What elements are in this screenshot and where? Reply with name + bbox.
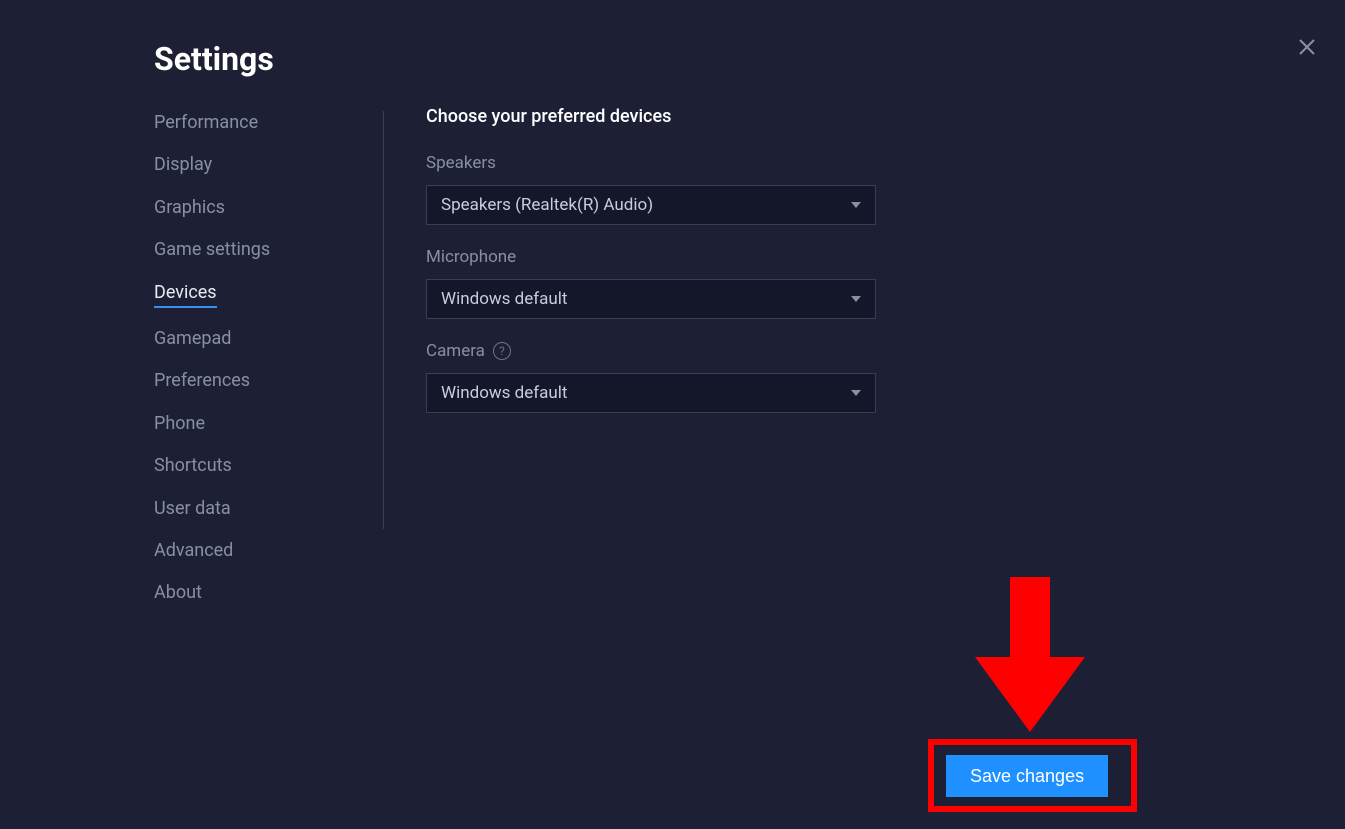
main-content: Choose your preferred devices Speakers S… [426,106,926,435]
speakers-dropdown-value: Speakers (Realtek(R) Audio) [441,195,653,215]
close-button[interactable] [1295,35,1319,59]
sidebar-item-devices[interactable]: Devices [154,281,217,308]
camera-label: Camera ? [426,341,926,361]
camera-label-text: Camera [426,341,485,361]
chevron-down-icon [851,296,861,302]
sidebar-item-preferences[interactable]: Preferences [154,369,250,392]
sidebar: Performance Display Graphics Game settin… [154,111,384,529]
speakers-field-group: Speakers Speakers (Realtek(R) Audio) [426,153,926,225]
microphone-field-group: Microphone Windows default [426,247,926,319]
sidebar-item-advanced[interactable]: Advanced [154,539,233,562]
chevron-down-icon [851,202,861,208]
speakers-dropdown[interactable]: Speakers (Realtek(R) Audio) [426,185,876,225]
annotation-arrow-icon [970,577,1090,737]
chevron-down-icon [851,390,861,396]
camera-dropdown[interactable]: Windows default [426,373,876,413]
close-icon [1298,38,1316,56]
microphone-dropdown[interactable]: Windows default [426,279,876,319]
section-heading: Choose your preferred devices [426,106,926,127]
save-changes-button[interactable]: Save changes [946,755,1108,797]
sidebar-item-game-settings[interactable]: Game settings [154,238,270,261]
camera-field-group: Camera ? Windows default [426,341,926,413]
microphone-dropdown-value: Windows default [441,289,567,309]
camera-dropdown-value: Windows default [441,383,567,403]
sidebar-item-phone[interactable]: Phone [154,412,205,435]
sidebar-item-performance[interactable]: Performance [154,111,258,134]
sidebar-item-user-data[interactable]: User data [154,497,231,520]
sidebar-item-graphics[interactable]: Graphics [154,196,225,219]
help-icon[interactable]: ? [493,342,511,360]
microphone-label: Microphone [426,247,926,267]
speakers-label: Speakers [426,153,926,173]
sidebar-item-shortcuts[interactable]: Shortcuts [154,454,232,477]
sidebar-item-gamepad[interactable]: Gamepad [154,327,231,350]
sidebar-item-about[interactable]: About [154,581,202,604]
page-title: Settings [154,40,274,78]
sidebar-item-display[interactable]: Display [154,153,212,176]
